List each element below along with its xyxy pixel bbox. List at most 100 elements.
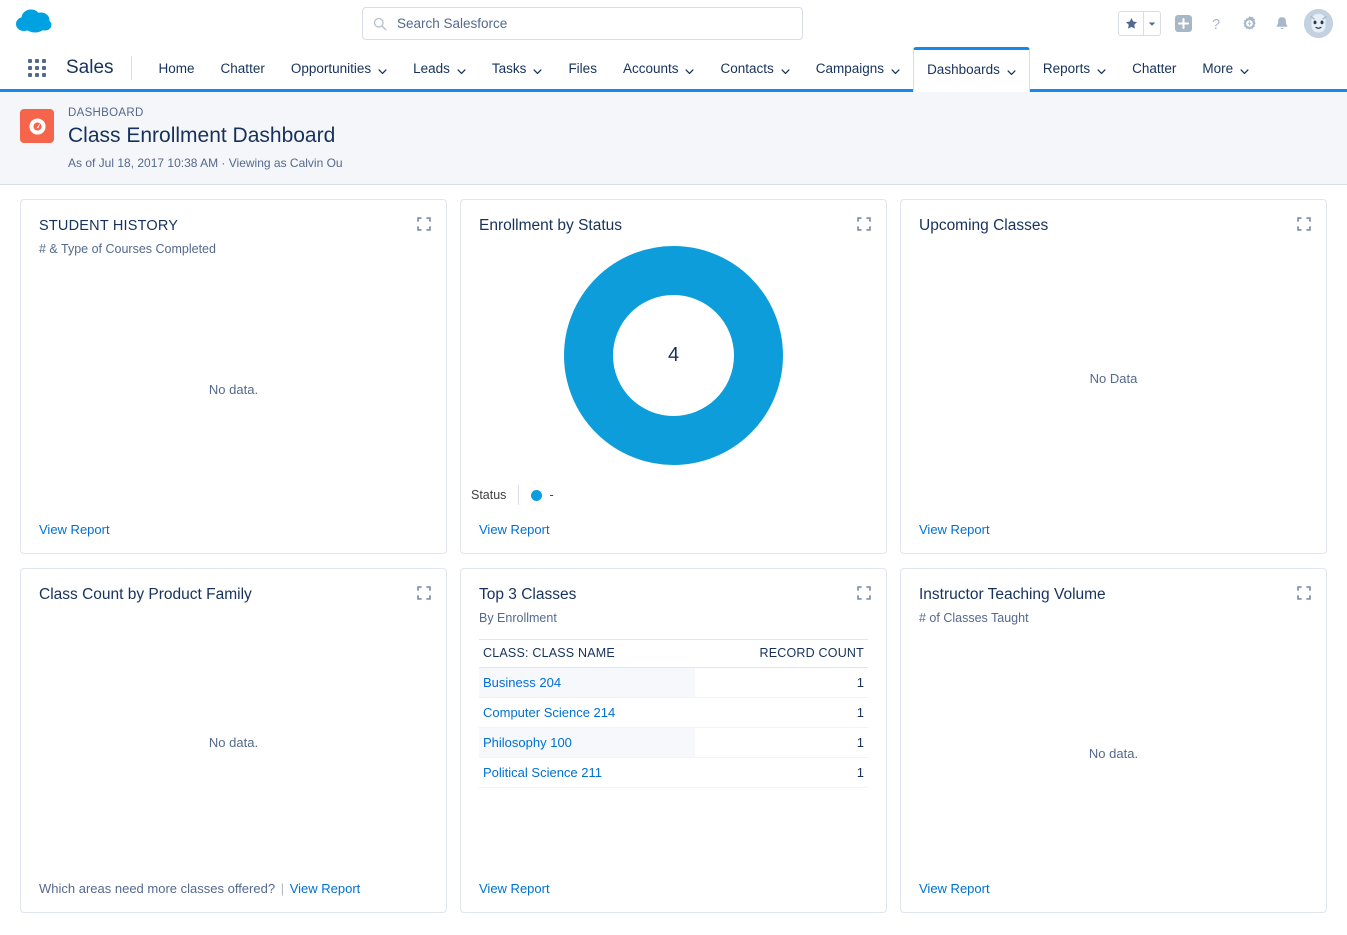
expand-icon[interactable] [856,585,872,601]
dashboard-row-1: STUDENT HISTORY # & Type of Courses Comp… [20,199,1327,554]
nav-item-label: Campaigns [816,61,884,76]
nav-item-label: Tasks [492,61,527,76]
star-icon[interactable] [1119,12,1144,35]
nav-item-label: Accounts [623,61,679,76]
plus-icon[interactable] [1172,13,1194,35]
donut-chart[interactable]: 4 [560,242,787,469]
widget-footer: View Report [901,880,1326,912]
class-name-link[interactable]: Computer Science 214 [483,705,615,720]
nav-item-chatter[interactable]: Chatter [208,47,278,89]
nav-item-chatter[interactable]: Chatter [1119,47,1189,89]
salesforce-cloud-logo[interactable] [14,5,58,37]
empty-state-text: No Data [1090,371,1138,386]
widget-body: No data. [21,258,446,521]
nav-item-accounts[interactable]: Accounts [610,47,708,89]
chevron-down-icon[interactable] [1240,64,1249,73]
widget-instructor-teaching-volume: Instructor Teaching Volume # of Classes … [900,568,1327,913]
chevron-down-icon[interactable] [1007,65,1016,74]
navigation-bar: Sales HomeChatterOpportunitiesLeadsTasks… [0,47,1347,92]
nav-item-leads[interactable]: Leads [400,47,479,89]
widget-title: STUDENT HISTORY [39,216,428,236]
chevron-down-icon[interactable] [1144,12,1160,35]
legend-title: Status [471,488,506,502]
top-classes-table: CLASS: CLASS NAME RECORD COUNT Business … [479,639,868,788]
nav-item-more[interactable]: More [1189,47,1262,89]
nav-item-tasks[interactable]: Tasks [479,47,556,89]
class-name-link[interactable]: Philosophy 100 [483,735,572,750]
widget-footer: View Report [461,521,886,553]
nav-item-files[interactable]: Files [555,47,610,89]
chevron-down-icon[interactable] [533,64,542,73]
chevron-down-icon[interactable] [378,64,387,73]
class-name-link[interactable]: Political Science 211 [483,765,602,780]
chevron-down-icon[interactable] [685,64,694,73]
nav-item-home[interactable]: Home [146,47,208,89]
widget-body: No data. [901,627,1326,880]
global-search[interactable] [362,7,803,40]
cell-record-count: 1 [695,758,868,788]
widget-title: Enrollment by Status [479,216,868,236]
nav-item-list: HomeChatterOpportunitiesLeadsTasksFilesA… [146,47,1263,89]
widget-title: Top 3 Classes [479,585,868,605]
favorites-group[interactable] [1118,11,1161,36]
app-launcher-waffle-icon[interactable] [18,47,56,89]
view-report-link[interactable]: View Report [479,881,550,896]
question-mark-icon[interactable]: ? [1205,13,1227,35]
donut-chart-area: 4 Status - [461,236,886,521]
view-report-link[interactable]: View Report [479,522,550,537]
page-subtitle: As of Jul 18, 2017 10:38 AM · Viewing as… [68,155,343,171]
footer-question-text: Which areas need more classes offered? [39,881,275,896]
search-input[interactable] [397,16,792,31]
search-icon [373,17,387,31]
widget-title: Instructor Teaching Volume [919,585,1308,605]
view-report-link[interactable]: View Report [39,522,110,537]
chevron-down-icon[interactable] [781,64,790,73]
legend-divider [518,485,519,505]
column-header-record-count[interactable]: RECORD COUNT [695,640,868,668]
chevron-down-icon[interactable] [891,64,900,73]
cell-class-name: Political Science 211 [479,758,695,788]
nav-item-dashboards[interactable]: Dashboards [913,47,1030,92]
widget-title: Upcoming Classes [919,216,1308,236]
view-report-link[interactable]: View Report [290,881,361,896]
empty-state-text: No data. [1089,746,1138,761]
column-header-class-name[interactable]: CLASS: CLASS NAME [479,640,695,668]
nav-item-contacts[interactable]: Contacts [707,47,802,89]
expand-icon[interactable] [416,585,432,601]
search-box[interactable] [362,7,803,40]
avatar[interactable] [1304,9,1333,38]
nav-item-reports[interactable]: Reports [1030,47,1119,89]
nav-item-label: Reports [1043,61,1090,76]
chevron-down-icon[interactable] [1097,64,1106,73]
widget-student-history: STUDENT HISTORY # & Type of Courses Comp… [20,199,447,554]
nav-item-campaigns[interactable]: Campaigns [803,47,913,89]
nav-item-opportunities[interactable]: Opportunities [278,47,400,89]
table-row: Philosophy 100 1 [479,728,868,758]
nav-item-label: Chatter [1132,61,1176,76]
view-report-link[interactable]: View Report [919,881,990,896]
table-row: Political Science 211 1 [479,758,868,788]
nav-item-label: Files [568,61,597,76]
widget-body: CLASS: CLASS NAME RECORD COUNT Business … [461,627,886,880]
cell-class-name: Business 204 [479,668,695,698]
view-report-link[interactable]: View Report [919,522,990,537]
widget-footer: View Report [901,521,1326,553]
cell-class-name: Computer Science 214 [479,698,695,728]
gear-icon[interactable] [1238,13,1260,35]
cell-record-count: 1 [695,728,868,758]
bell-icon[interactable] [1271,13,1293,35]
expand-icon[interactable] [1296,216,1312,232]
app-name[interactable]: Sales [56,47,131,89]
widget-title: Class Count by Product Family [39,585,428,605]
cell-class-name: Philosophy 100 [479,728,695,758]
chevron-down-icon[interactable] [457,64,466,73]
widget-body: No data. [21,605,446,880]
widget-subtitle: # & Type of Courses Completed [39,241,428,258]
expand-icon[interactable] [856,216,872,232]
expand-icon[interactable] [1296,585,1312,601]
empty-state-text: No data. [209,735,258,750]
expand-icon[interactable] [416,216,432,232]
class-name-link[interactable]: Business 204 [483,675,561,690]
nav-item-label: More [1202,61,1233,76]
table-header-row: CLASS: CLASS NAME RECORD COUNT [479,640,868,668]
